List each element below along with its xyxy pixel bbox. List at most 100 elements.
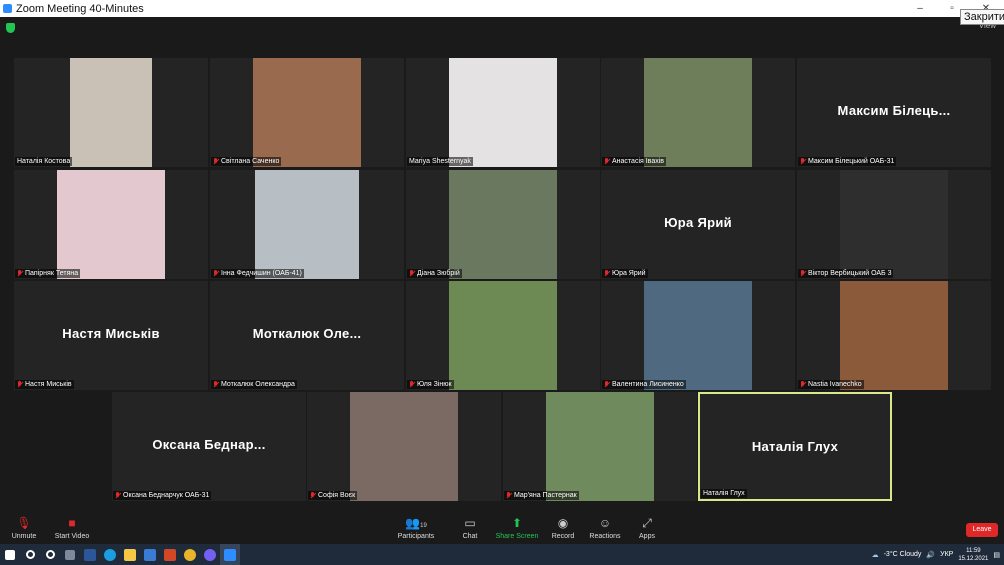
minimize-icon[interactable]: – [906, 0, 934, 17]
chrome-icon[interactable] [180, 544, 200, 565]
participant-name-tag: Віктор Вербицький ОАБ 3 [798, 269, 894, 278]
participant-name: Діана Зюбрій [417, 270, 460, 277]
participant-video [70, 58, 152, 167]
participant-tile[interactable]: Моткалюк Оле... Моткалюк Олександра [210, 281, 404, 390]
participant-name-tag: Юля Зінюк [407, 380, 454, 389]
video-off-icon: ■ [68, 516, 76, 530]
participant-tile[interactable]: Nastia Ivanechko [797, 281, 991, 390]
mic-muted-icon [604, 270, 610, 277]
word-icon[interactable] [80, 544, 100, 565]
calendar-icon[interactable] [140, 544, 160, 565]
apps-button[interactable]: ⤢ Apps [617, 516, 677, 544]
participant-tile[interactable]: Наталія Костова [14, 58, 208, 167]
leave-button[interactable]: Leave [966, 523, 998, 537]
participant-tile[interactable]: Мар'яна Пастернак [503, 392, 697, 501]
participant-display-name: Настя Миськів [62, 326, 160, 341]
mic-muted-icon [800, 158, 806, 165]
participant-name: Юра Ярий [612, 270, 646, 277]
participant-name-tag: Mariya Shesternyak [407, 157, 473, 166]
participant-tile[interactable]: Mariya Shesternyak [406, 58, 600, 167]
mic-muted-icon [17, 270, 23, 277]
weather-text[interactable]: -3°C Cloudy [884, 551, 922, 558]
title-bar: Zoom Meeting 40-Minutes – ▫ ✕ [0, 0, 1004, 17]
participant-name-tag: Юра Ярий [602, 269, 648, 278]
participant-name: Софія Воєк [318, 492, 356, 499]
participant-video [255, 170, 359, 279]
participant-name-tag: Папірняк Тетяна [15, 269, 81, 278]
participant-video [546, 392, 654, 501]
participant-tile[interactable]: Анастасія Івахів [601, 58, 795, 167]
participant-video [350, 392, 458, 501]
participant-name: Мар'яна Пастернак [514, 492, 577, 499]
participant-name-tag: Валентина Лисиненко [602, 380, 686, 389]
search-icon[interactable] [20, 544, 40, 565]
notifications-icon[interactable]: ▤ [993, 551, 1000, 559]
windows-taskbar: ☁ -3°C Cloudy 🔊 УКР 11:59 15.12.2021 ▤ [0, 544, 1004, 565]
participant-tile[interactable]: Діана Зюбрій [406, 170, 600, 279]
zoom-taskbar-icon[interactable] [220, 544, 240, 565]
viber-icon[interactable] [200, 544, 220, 565]
encryption-shield-icon[interactable] [6, 23, 15, 33]
mic-muted-icon [409, 270, 415, 277]
apps-icon: ⤢ [642, 516, 652, 530]
participant-name-tag: Максим Білецький ОАБ-31 [798, 157, 897, 166]
mic-muted-icon [800, 381, 806, 388]
volume-icon[interactable]: 🔊 [926, 551, 935, 559]
participant-name: Mariya Shesternyak [409, 158, 471, 165]
participant-video [449, 58, 557, 167]
participants-button[interactable]: 👥19 Participants [386, 516, 446, 544]
participant-name: Настя Миськів [25, 381, 72, 388]
date-text: 15.12.2021 [958, 555, 989, 562]
mic-muted-icon [409, 381, 415, 388]
participant-name-tag: Настя Миськів [15, 380, 74, 389]
participant-name: Наталія Костова [17, 158, 71, 165]
participant-video [449, 281, 557, 390]
windows-start-icon[interactable] [0, 544, 20, 565]
mic-muted-icon [213, 158, 219, 165]
file-explorer-icon[interactable] [120, 544, 140, 565]
mic-muted-icon [115, 492, 121, 499]
language-indicator[interactable]: УКР [940, 551, 953, 558]
participant-tile[interactable]: Світлана Саченко [210, 58, 404, 167]
participant-tile[interactable]: Наталія Глух Наталія Глух [698, 392, 892, 501]
participant-video [253, 58, 361, 167]
participant-tile[interactable]: Настя Миськів Настя Миськів [14, 281, 208, 390]
window-title: Zoom Meeting 40-Minutes [16, 2, 144, 15]
participant-display-name: Наталія Глух [751, 439, 839, 454]
participant-tile[interactable]: Максим Білець... Максим Білецький ОАБ-31 [797, 58, 991, 167]
edge-icon[interactable] [100, 544, 120, 565]
participant-name-tag: Інна Федчишин (ОАБ-41) [211, 269, 304, 278]
participant-tile[interactable]: Папірняк Тетяна [14, 170, 208, 279]
participant-tile[interactable]: Інна Федчишин (ОАБ-41) [210, 170, 404, 279]
participant-name: Віктор Вербицький ОАБ 3 [808, 270, 892, 277]
powerpoint-icon[interactable] [160, 544, 180, 565]
mic-muted-icon [604, 158, 610, 165]
clock[interactable]: 11:59 15.12.2021 [958, 547, 988, 563]
participant-name-tag: Софія Воєк [308, 491, 358, 500]
participant-tile[interactable]: Юра Ярий Юра Ярий [601, 170, 795, 279]
start-video-button[interactable]: ■ Start Video [42, 516, 102, 544]
widgets-icon[interactable] [60, 544, 80, 565]
participant-name: Валентина Лисиненко [612, 381, 684, 388]
participant-name: Папірняк Тетяна [25, 270, 79, 277]
participant-name: Світлана Саченко [221, 158, 280, 165]
participant-tile[interactable]: Софія Воєк [307, 392, 501, 501]
participant-video [840, 170, 948, 279]
mic-muted-icon [213, 381, 219, 388]
participant-name: Nastia Ivanechko [808, 381, 862, 388]
participant-tile[interactable]: Віктор Вербицький ОАБ 3 [797, 170, 991, 279]
participant-name: Юля Зінюк [417, 381, 452, 388]
participant-name-tag: Мар'яна Пастернак [504, 491, 579, 500]
participant-name: Моткалюк Олександра [221, 381, 295, 388]
participant-tile[interactable]: Оксана Беднар... Оксана Беднарчук ОАБ-31 [112, 392, 306, 501]
mic-muted-icon [800, 270, 806, 277]
participant-display-name: Моткалюк Оле... [252, 326, 362, 341]
participant-name: Максим Білецький ОАБ-31 [808, 158, 895, 165]
participant-tile[interactable]: Валентина Лисиненко [601, 281, 795, 390]
participant-name-tag: Моткалюк Олександра [211, 380, 297, 389]
participant-video [644, 281, 752, 390]
participant-name: Оксана Беднарчук ОАБ-31 [123, 492, 210, 499]
mic-muted-icon [17, 381, 23, 388]
task-view-icon[interactable] [40, 544, 60, 565]
participant-tile[interactable]: Юля Зінюк [406, 281, 600, 390]
